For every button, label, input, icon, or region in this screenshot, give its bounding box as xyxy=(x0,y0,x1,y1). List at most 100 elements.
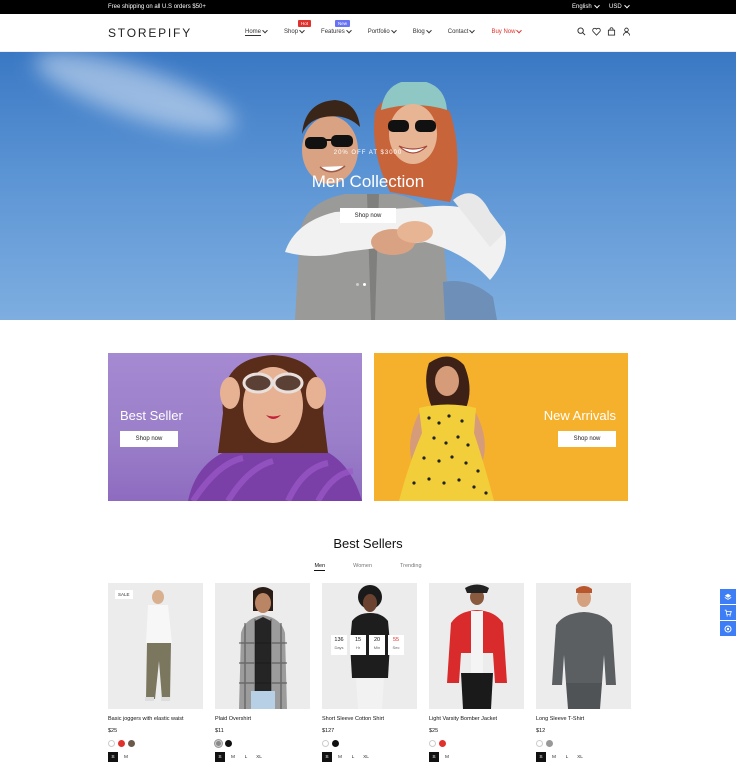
main-nav: Home Hot Shop New Features Portfolio Blo… xyxy=(245,20,538,35)
nav-contact[interactable]: Contact xyxy=(447,27,476,35)
new-badge: New xyxy=(335,20,351,27)
product-name[interactable]: Short Sleeve Cotton Shirt xyxy=(322,716,417,722)
swatch-white[interactable] xyxy=(322,740,329,747)
color-swatches xyxy=(108,740,203,747)
color-swatches xyxy=(429,740,524,747)
size-option[interactable]: M xyxy=(549,752,559,762)
product-image[interactable]: 136 Days 15 Hr 20 Min 55 Sec xyxy=(322,583,417,709)
product-card[interactable]: Plaid Overshirt $11 S M L XL xyxy=(215,583,310,762)
product-image[interactable] xyxy=(429,583,524,709)
size-option[interactable]: M xyxy=(335,752,345,762)
product-name[interactable]: Long Sleeve T-Shirt xyxy=(536,716,631,722)
product-card[interactable]: Long Sleeve T-Shirt $12 S M L XL xyxy=(536,583,631,762)
countdown-value: 15 xyxy=(354,637,362,643)
chevron-down-icon xyxy=(469,27,476,34)
countdown-unit: Sec xyxy=(392,645,400,650)
support-button[interactable] xyxy=(720,621,736,636)
model-purple-fur-image xyxy=(188,355,362,501)
language-selector[interactable]: English xyxy=(572,2,600,10)
best-sellers-heading: Best Sellers xyxy=(333,536,403,551)
size-option[interactable]: S xyxy=(429,752,439,762)
model-yellow-dress-image xyxy=(399,356,494,501)
size-options: S M L XL xyxy=(322,752,417,762)
product-name[interactable]: Light Varsity Bomber Jacket xyxy=(429,716,524,722)
swatch-black[interactable] xyxy=(225,740,232,747)
best-seller-banner[interactable]: Best Seller Shop now xyxy=(108,353,362,501)
hero-title: Men Collection xyxy=(311,172,425,191)
countdown-unit: Min xyxy=(373,645,381,650)
countdown-seconds: 55 Sec xyxy=(388,635,404,655)
swatch-white[interactable] xyxy=(536,740,543,747)
nav-contact-label: Contact xyxy=(447,29,469,35)
product-price: $12 xyxy=(536,728,546,734)
heart-icon[interactable] xyxy=(592,27,601,36)
best-seller-shop-button[interactable]: Shop now xyxy=(120,431,178,447)
nav-features[interactable]: New Features xyxy=(321,20,352,35)
product-card[interactable]: 136 Days 15 Hr 20 Min 55 Sec Short Sleeve Co… xyxy=(322,583,417,762)
nav-shop[interactable]: Hot Shop xyxy=(284,20,312,35)
swatch-grey[interactable] xyxy=(215,740,222,747)
currency-selector[interactable]: USD xyxy=(609,2,630,10)
size-option[interactable]: S xyxy=(108,752,118,762)
countdown-days: 136 Days xyxy=(331,635,347,655)
hero-couple-image xyxy=(285,82,506,320)
nav-portfolio[interactable]: Portfolio xyxy=(368,27,397,35)
size-option[interactable]: M xyxy=(121,752,131,762)
nav-home-label: Home xyxy=(245,29,262,35)
slider-dot-active[interactable] xyxy=(363,283,366,286)
tab-women[interactable]: Women xyxy=(353,563,372,571)
size-option[interactable]: S xyxy=(322,752,332,762)
product-price: $25 xyxy=(429,728,439,734)
swatch-grey[interactable] xyxy=(546,740,553,747)
cart-button[interactable] xyxy=(720,605,736,620)
user-icon[interactable] xyxy=(622,27,631,36)
countdown-value: 20 xyxy=(373,637,381,643)
size-option[interactable]: XL xyxy=(254,752,264,762)
product-card[interactable]: SALE Basic joggers with elastic waist $2… xyxy=(108,583,203,762)
size-option[interactable]: L xyxy=(241,752,251,762)
size-options: S M L XL xyxy=(215,752,310,762)
hero-shop-now-button[interactable]: Shop now xyxy=(340,208,396,223)
size-option[interactable]: XL xyxy=(361,752,371,762)
nav-blog-label: Blog xyxy=(412,29,425,35)
slider-dots xyxy=(356,283,366,286)
swatch-white[interactable] xyxy=(108,740,115,747)
nav-home[interactable]: Home xyxy=(245,27,268,35)
countdown-minutes: 20 Min xyxy=(369,635,385,655)
new-arrivals-banner[interactable]: New Arrivals Shop now xyxy=(374,353,628,501)
swatch-red[interactable] xyxy=(118,740,125,747)
swatch-brown[interactable] xyxy=(128,740,135,747)
size-option[interactable]: S xyxy=(215,752,225,762)
size-option[interactable]: S xyxy=(536,752,546,762)
floating-side-widget xyxy=(720,589,736,636)
product-name[interactable]: Plaid Overshirt xyxy=(215,716,310,722)
store-logo[interactable]: STOREPIFY xyxy=(108,26,192,40)
size-option[interactable]: M xyxy=(442,752,452,762)
size-options: S M xyxy=(429,752,524,762)
color-swatches xyxy=(322,740,417,747)
nav-buy-now[interactable]: Buy Now xyxy=(491,27,523,35)
nav-blog[interactable]: Blog xyxy=(412,27,432,35)
size-option[interactable]: M xyxy=(228,752,238,762)
new-arrivals-shop-button[interactable]: Shop now xyxy=(558,431,616,447)
product-name[interactable]: Basic joggers with elastic waist xyxy=(108,716,203,722)
size-options: S M xyxy=(108,752,203,762)
slider-dot[interactable] xyxy=(356,283,359,286)
size-option[interactable]: L xyxy=(348,752,358,762)
product-image[interactable] xyxy=(215,583,310,709)
bag-icon[interactable] xyxy=(607,27,616,36)
size-option[interactable]: L xyxy=(562,752,572,762)
chevron-down-icon xyxy=(345,27,352,34)
product-card[interactable]: Light Varsity Bomber Jacket $25 S M xyxy=(429,583,524,762)
search-icon[interactable] xyxy=(577,27,586,36)
tab-trending[interactable]: Trending xyxy=(400,563,422,571)
product-image[interactable]: SALE xyxy=(108,583,203,709)
layers-button[interactable] xyxy=(720,589,736,604)
swatch-black[interactable] xyxy=(332,740,339,747)
tab-men[interactable]: Men xyxy=(314,563,326,571)
swatch-red[interactable] xyxy=(439,740,446,747)
product-image[interactable] xyxy=(536,583,631,709)
size-option[interactable]: XL xyxy=(575,752,585,762)
swatch-white[interactable] xyxy=(429,740,436,747)
sky-cloud xyxy=(27,52,243,149)
